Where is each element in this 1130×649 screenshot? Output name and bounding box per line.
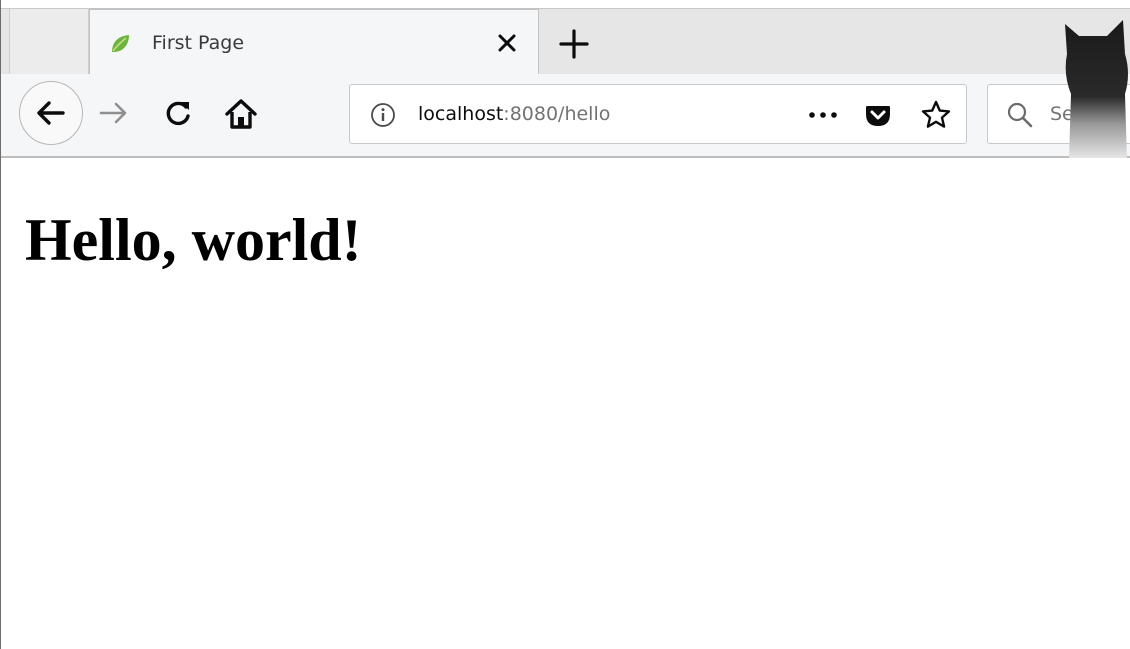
address-bar[interactable]: localhost:8080/hello (349, 84, 967, 144)
plus-icon[interactable] (557, 27, 591, 61)
tab-title: First Page (152, 32, 245, 54)
tab-strip-spacer (9, 9, 89, 75)
reload-icon[interactable] (161, 96, 195, 130)
pocket-icon[interactable] (864, 101, 892, 129)
close-icon[interactable] (492, 28, 522, 58)
arrow-left-icon (37, 101, 65, 125)
page-heading: Hello, world! (25, 207, 362, 273)
star-icon[interactable] (920, 99, 952, 131)
search-icon (1007, 102, 1033, 128)
info-icon[interactable] (370, 102, 396, 128)
address-text[interactable]: localhost:8080/hello (418, 103, 610, 125)
home-icon[interactable] (223, 96, 259, 132)
browser-window: First Page localhost:8080/hello Hello, w… (0, 0, 1130, 649)
url-path: :8080/hello (503, 103, 611, 125)
page-content: Hello, world! (1, 158, 1130, 649)
arrow-right-icon[interactable] (97, 96, 131, 130)
spring-leaf-icon (112, 35, 129, 52)
tab-strip: First Page (1, 8, 1130, 75)
navigation-toolbar: localhost:8080/hello Search (1, 74, 1130, 158)
page-actions-icon[interactable] (806, 103, 840, 127)
url-host: localhost (418, 103, 504, 125)
theme-cat-image (1065, 20, 1128, 159)
tab-first-page[interactable]: First Page (89, 8, 539, 75)
back-button[interactable] (19, 81, 83, 145)
